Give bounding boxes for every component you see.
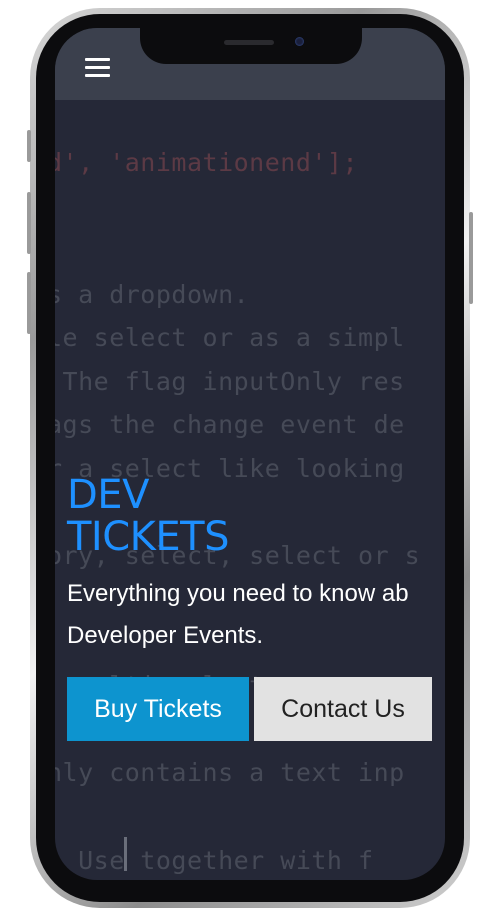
front-camera-icon [295,37,304,46]
buy-tickets-button[interactable]: Buy Tickets [67,677,249,741]
hero-description-line2: Developer Events. [67,622,264,649]
phone-notch [140,28,362,64]
phone-screen: d', 'animationend']; s a dropdown. le se… [55,28,445,880]
phone-side-button-volume-up [27,192,31,254]
code-line: . Use together with f [55,846,374,875]
contact-us-button[interactable]: Contact Us [254,677,432,741]
code-line: ags the change event de [55,410,405,439]
phone-side-button-power [469,212,473,304]
code-line: s a dropdown. [55,280,250,309]
text-cursor [124,837,127,871]
hero-title-line1: DEV [67,472,149,518]
code-line: nly contains a text inp [55,758,405,787]
phone-side-button-volume-down [27,272,31,334]
hero-title: DEV TICKETS [67,472,230,560]
hero-description-line1: Everything you need to know ab [67,580,409,607]
code-line: The flag inputOnly res [55,367,405,396]
code-line: le select or as a simpl [55,323,405,352]
hero-title-line2: TICKETS [67,514,230,560]
phone-side-button-silent [27,130,31,162]
code-line: d', 'animationend']; [55,148,359,177]
hamburger-menu-icon[interactable] [85,58,110,78]
speaker-grille [224,40,274,45]
hero-description: Everything you need to know ab Developer … [67,573,445,657]
